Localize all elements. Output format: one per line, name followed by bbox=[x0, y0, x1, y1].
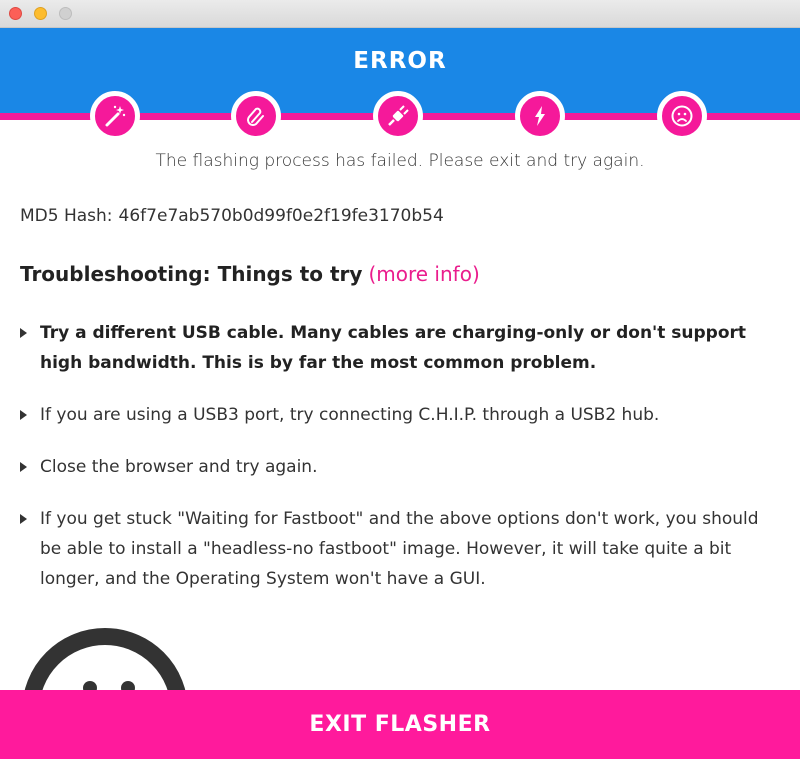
more-info-link[interactable]: (more info) bbox=[368, 262, 479, 286]
magic-wand-icon bbox=[105, 105, 126, 127]
tip-text: Try a different USB cable. Many cables a… bbox=[40, 323, 747, 373]
step-lightning bbox=[515, 91, 565, 141]
status-message: The flashing process has failed. Please … bbox=[155, 151, 645, 171]
bullet-arrow-icon bbox=[20, 514, 27, 524]
bullet-arrow-icon bbox=[20, 410, 27, 420]
troubleshooting-title: Troubleshooting: Things to try bbox=[20, 262, 363, 286]
tip-text: If you are using a USB3 port, try connec… bbox=[40, 405, 660, 425]
tip-text: Close the browser and try again. bbox=[40, 457, 318, 477]
window-minimize-button[interactable] bbox=[34, 7, 47, 20]
plug-icon bbox=[388, 105, 409, 126]
troubleshooting-heading: Troubleshooting: Things to try (more info… bbox=[20, 262, 480, 286]
tip-text: If you get stuck "Waiting for Fastboot" … bbox=[40, 509, 759, 589]
list-item: If you are using a USB3 port, try connec… bbox=[20, 400, 780, 430]
bullet-arrow-icon bbox=[20, 462, 27, 472]
paperclip-icon bbox=[247, 107, 264, 126]
step-plug bbox=[373, 91, 423, 141]
header-title: ERROR bbox=[353, 48, 447, 74]
sad-face-icon bbox=[671, 105, 693, 127]
md5-hash: MD5 Hash: 46f7e7ab570b0d99f0e2f19fe3170b5… bbox=[20, 206, 444, 226]
step-paperclip bbox=[231, 91, 281, 141]
list-item: If you get stuck "Waiting for Fastboot" … bbox=[20, 504, 780, 594]
bullet-arrow-icon bbox=[20, 328, 27, 338]
troubleshooting-list: Try a different USB cable. Many cables a… bbox=[20, 318, 780, 616]
step-magic-wand bbox=[90, 91, 140, 141]
md5-label: MD5 Hash: bbox=[20, 206, 113, 226]
exit-flasher-button[interactable]: EXIT FLASHER bbox=[0, 690, 800, 759]
window-titlebar bbox=[0, 0, 800, 28]
list-item: Try a different USB cable. Many cables a… bbox=[20, 318, 780, 378]
window-zoom-button[interactable] bbox=[59, 7, 72, 20]
window-close-button[interactable] bbox=[9, 7, 22, 20]
lightning-icon bbox=[535, 106, 545, 126]
flasher-window: ERROR The flashing process has failed. P… bbox=[0, 0, 800, 759]
step-sad-face bbox=[657, 91, 707, 141]
md5-value: 46f7e7ab570b0d99f0e2f19fe3170b54 bbox=[118, 206, 444, 226]
list-item: Close the browser and try again. bbox=[20, 452, 780, 482]
